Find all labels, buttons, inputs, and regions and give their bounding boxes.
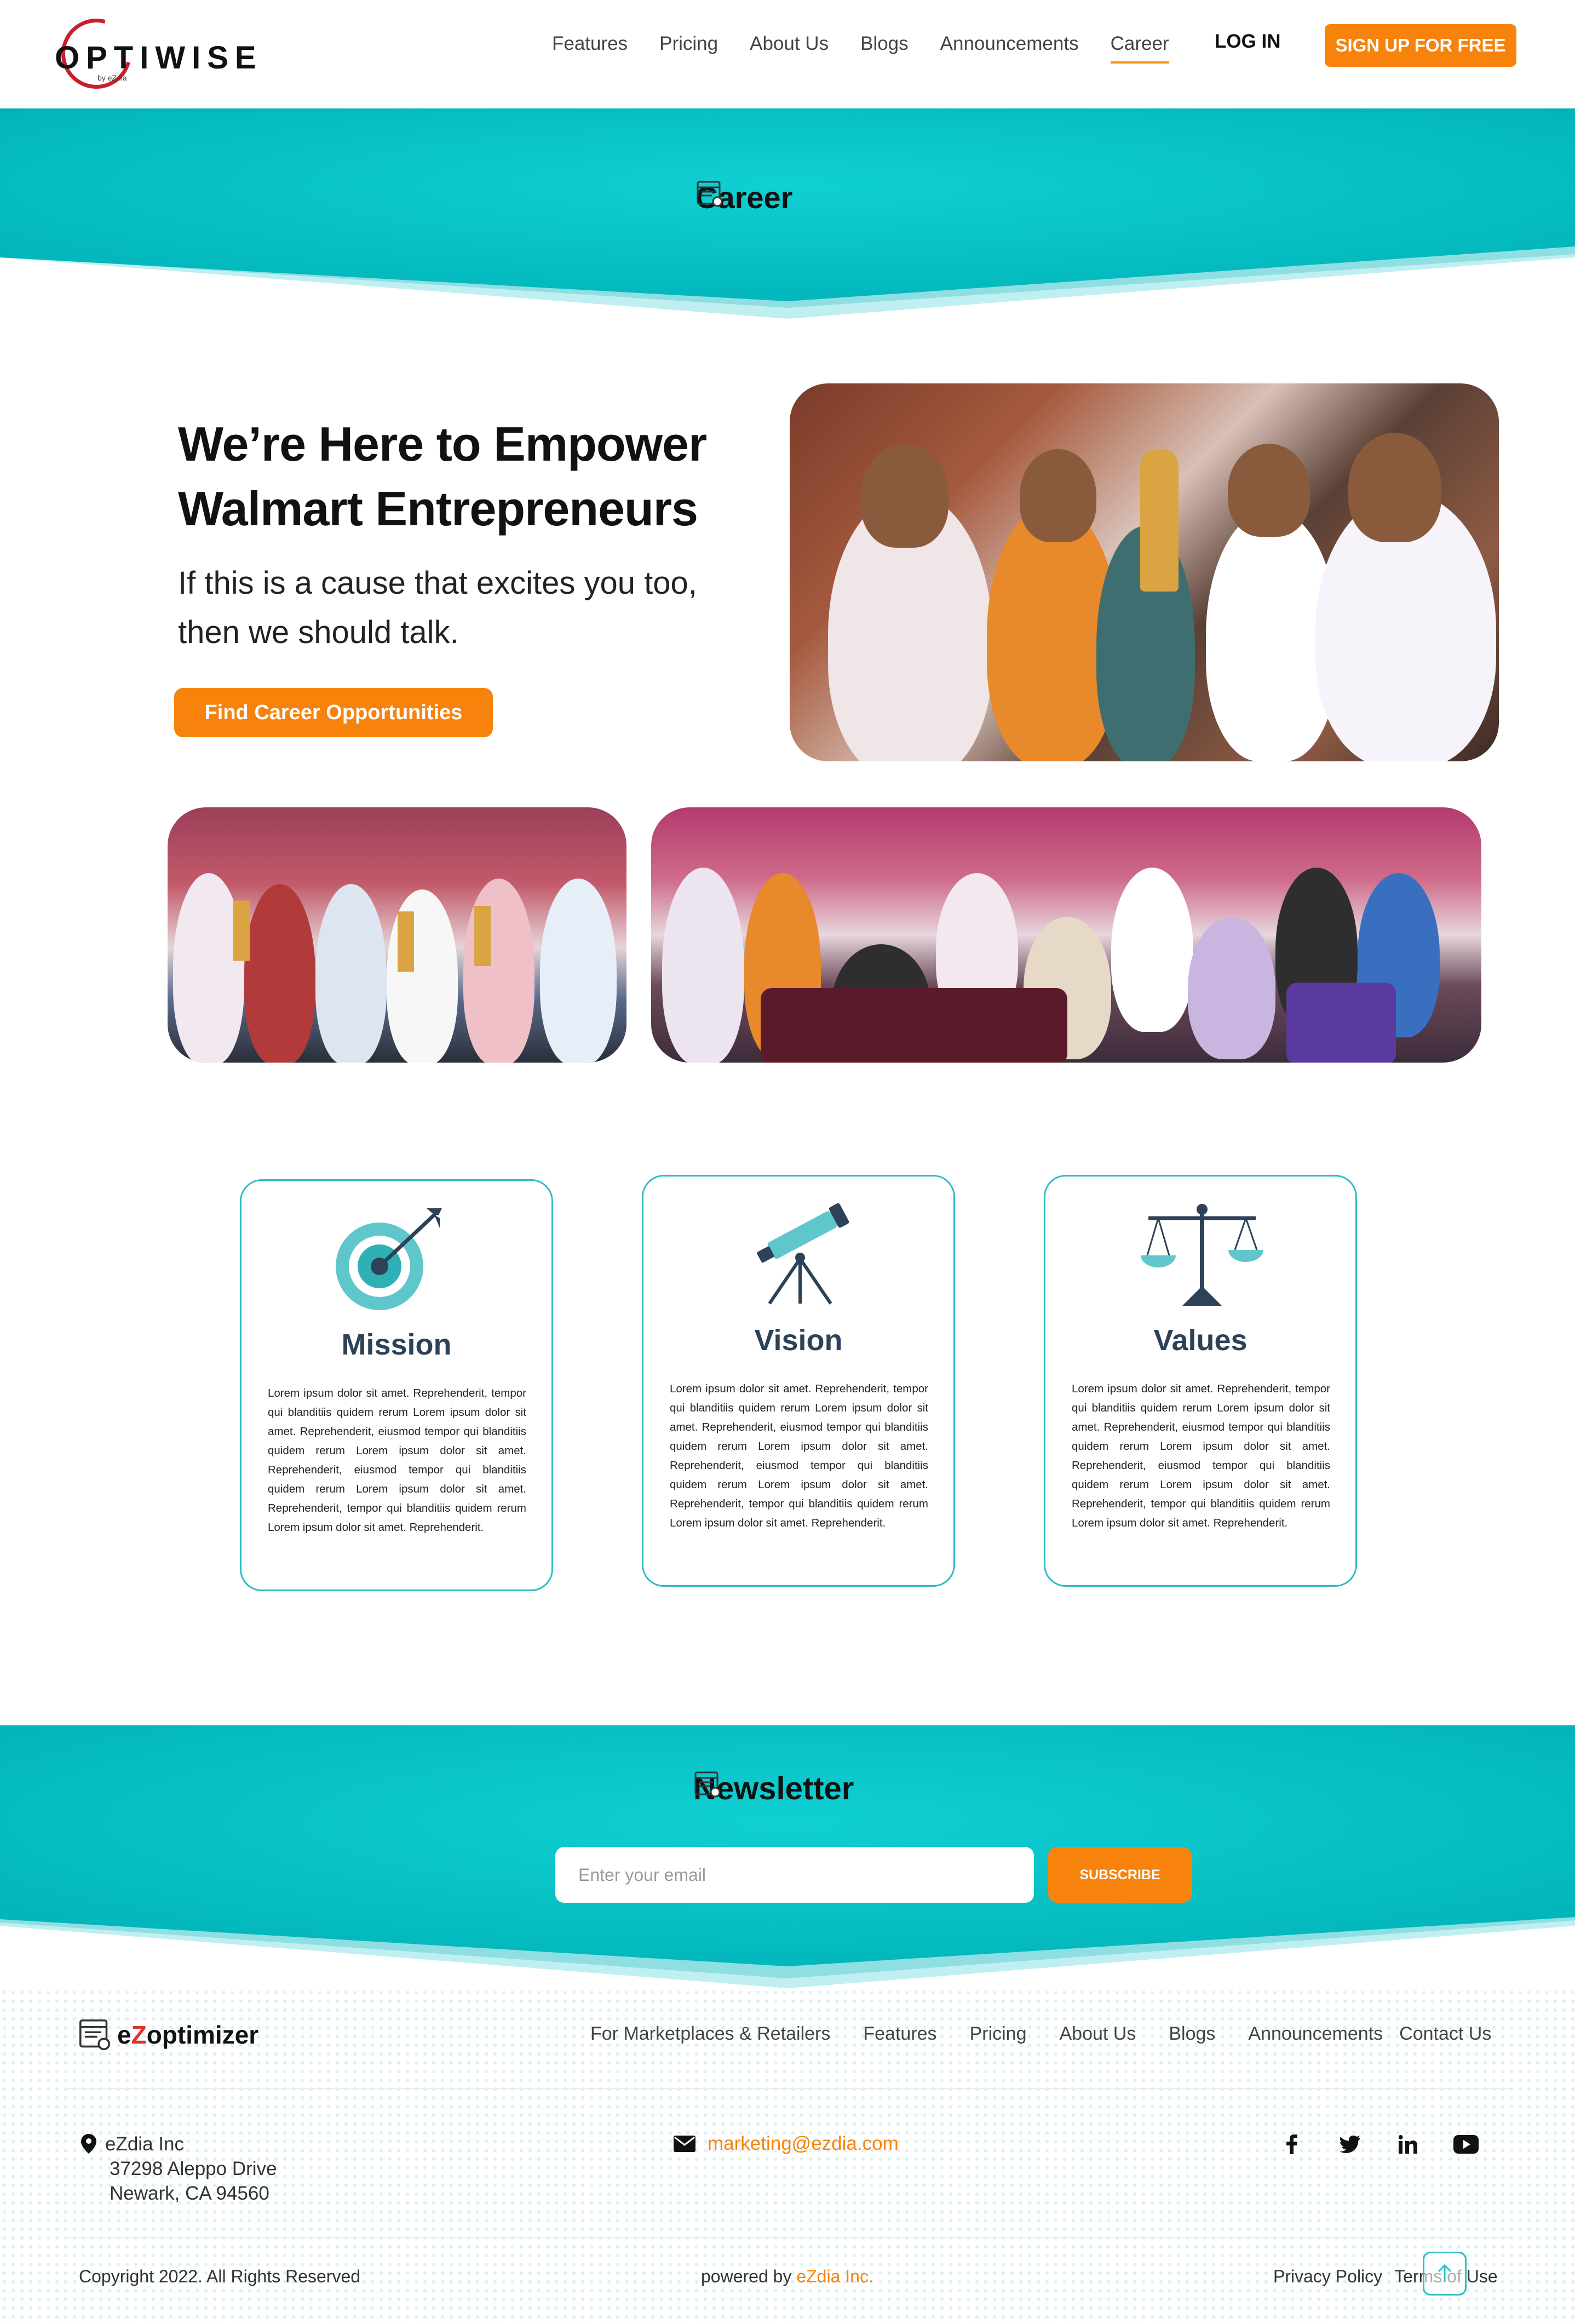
footer-email[interactable]: marketing@ezdia.com [674, 2133, 899, 2155]
footer-divider-top [65, 2088, 1510, 2089]
youtube-icon[interactable] [1453, 2132, 1479, 2157]
top-navbar: OPTIWISE by eZdia Features Pricing About… [0, 0, 1575, 108]
nav-links: Features Pricing About Us Blogs Announce… [552, 31, 1201, 74]
powered-brand-link[interactable]: eZdia Inc. [796, 2266, 873, 2286]
newsletter-title: Newsletter [693, 1770, 854, 1807]
envelope-icon [674, 2136, 695, 2152]
footer-link-marketplaces[interactable]: For Marketplaces & Retailers [590, 2023, 830, 2045]
twitter-icon[interactable] [1337, 2132, 1363, 2157]
nav-link-features[interactable]: Features [552, 31, 628, 74]
footer-link-pricing[interactable]: Pricing [970, 2023, 1027, 2045]
vision-card: Vision Lorem ipsum dolor sit amet. Repre… [642, 1175, 955, 1587]
footer-link-contact-us[interactable]: Contact Us [1399, 2023, 1491, 2045]
social-links [1279, 2132, 1479, 2157]
scroll-to-top-button[interactable] [1423, 2252, 1467, 2296]
copyright-text: Copyright 2022. All Rights Reserved [79, 2266, 361, 2286]
ezoptimizer-logo[interactable]: eZoptimizer [78, 2018, 258, 2052]
footer: eZoptimizer For Marketplaces & Retailers… [0, 1988, 1575, 2324]
banner-title: Career [695, 180, 792, 215]
footer-link-announcements[interactable]: Announcements [1248, 2023, 1383, 2045]
career-banner: Career [0, 108, 1575, 319]
nav-link-announcements[interactable]: Announcements [940, 31, 1079, 74]
team-trophies-photo [168, 807, 626, 1063]
team-celebration-photo [651, 807, 1481, 1063]
nav-link-blogs[interactable]: Blogs [860, 31, 909, 74]
logo-subtext: by eZdia [97, 73, 127, 82]
facebook-icon[interactable] [1279, 2132, 1304, 2157]
nav-link-career[interactable]: Career [1110, 31, 1169, 74]
address-street: 37298 Aleppo Drive [110, 2158, 277, 2179]
mission-card: Mission Lorem ipsum dolor sit amet. Repr… [240, 1179, 553, 1591]
values-card: Values Lorem ipsum dolor sit amet. Repre… [1044, 1175, 1357, 1587]
address-city: Newark, CA 94560 [110, 2183, 269, 2204]
powered-prefix: powered by [701, 2266, 797, 2286]
document-icon [697, 181, 723, 207]
login-link[interactable]: LOG IN [1215, 31, 1281, 53]
optiwise-logo[interactable]: OPTIWISE by eZdia [48, 5, 256, 102]
brand-z: Z [131, 2021, 147, 2049]
hero-subtitle: If this is a cause that excites you too,… [178, 565, 697, 650]
footer-link-about-us[interactable]: About Us [1060, 2023, 1136, 2045]
privacy-policy-link[interactable]: Privacy Policy [1273, 2266, 1382, 2287]
footer-divider-bottom [65, 2237, 1510, 2238]
mission-title: Mission [341, 1328, 452, 1361]
powered-by: powered by eZdia Inc. [701, 2266, 873, 2287]
brand-prefix: e [117, 2021, 131, 2049]
address-company: eZdia Inc [105, 2133, 184, 2155]
telescope-icon [757, 1203, 849, 1305]
brand-rest: optimizer [146, 2021, 259, 2049]
footer-email-text: marketing@ezdia.com [708, 2133, 899, 2154]
values-title: Values [1153, 1324, 1248, 1357]
team-award-photo [790, 383, 1499, 761]
scales-icon [1141, 1204, 1263, 1306]
footer-links: For Marketplaces & Retailers Features Pr… [590, 2023, 1491, 2045]
signup-button[interactable]: SIGN UP FOR FREE [1325, 24, 1516, 67]
nav-link-about-us[interactable]: About Us [750, 31, 829, 74]
footer-link-features[interactable]: Features [863, 2023, 936, 2045]
nav-link-pricing[interactable]: Pricing [659, 31, 718, 74]
location-pin-icon [81, 2134, 96, 2154]
newsletter-section: Newsletter SUBSCRIBE [0, 1725, 1575, 1988]
logo-text: OPTIWISE [55, 40, 263, 76]
document-icon [79, 2019, 111, 2051]
newsletter-email-input[interactable] [555, 1847, 1034, 1903]
footer-address: eZdia Inc 37298 Aleppo Drive Newark, CA … [81, 2132, 277, 2206]
linkedin-icon[interactable] [1395, 2132, 1421, 2157]
mission-body: Lorem ipsum dolor sit amet. Reprehenderi… [268, 1387, 526, 1534]
document-icon [694, 1771, 721, 1798]
footer-brand-text: eZoptimizer [117, 2020, 258, 2050]
footer-link-blogs[interactable]: Blogs [1169, 2023, 1215, 2045]
find-career-opportunities-button[interactable]: Find Career Opportunities [174, 688, 493, 737]
vision-title: Vision [754, 1324, 843, 1357]
subscribe-button[interactable]: SUBSCRIBE [1048, 1847, 1192, 1903]
vision-body: Lorem ipsum dolor sit amet. Reprehenderi… [670, 1382, 928, 1529]
arrow-up-icon [1438, 2264, 1452, 2282]
values-body: Lorem ipsum dolor sit amet. Reprehenderi… [1072, 1382, 1330, 1529]
target-icon [336, 1208, 442, 1310]
hero-heading: We’re Here to Empower Walmart Entreprene… [178, 417, 707, 536]
